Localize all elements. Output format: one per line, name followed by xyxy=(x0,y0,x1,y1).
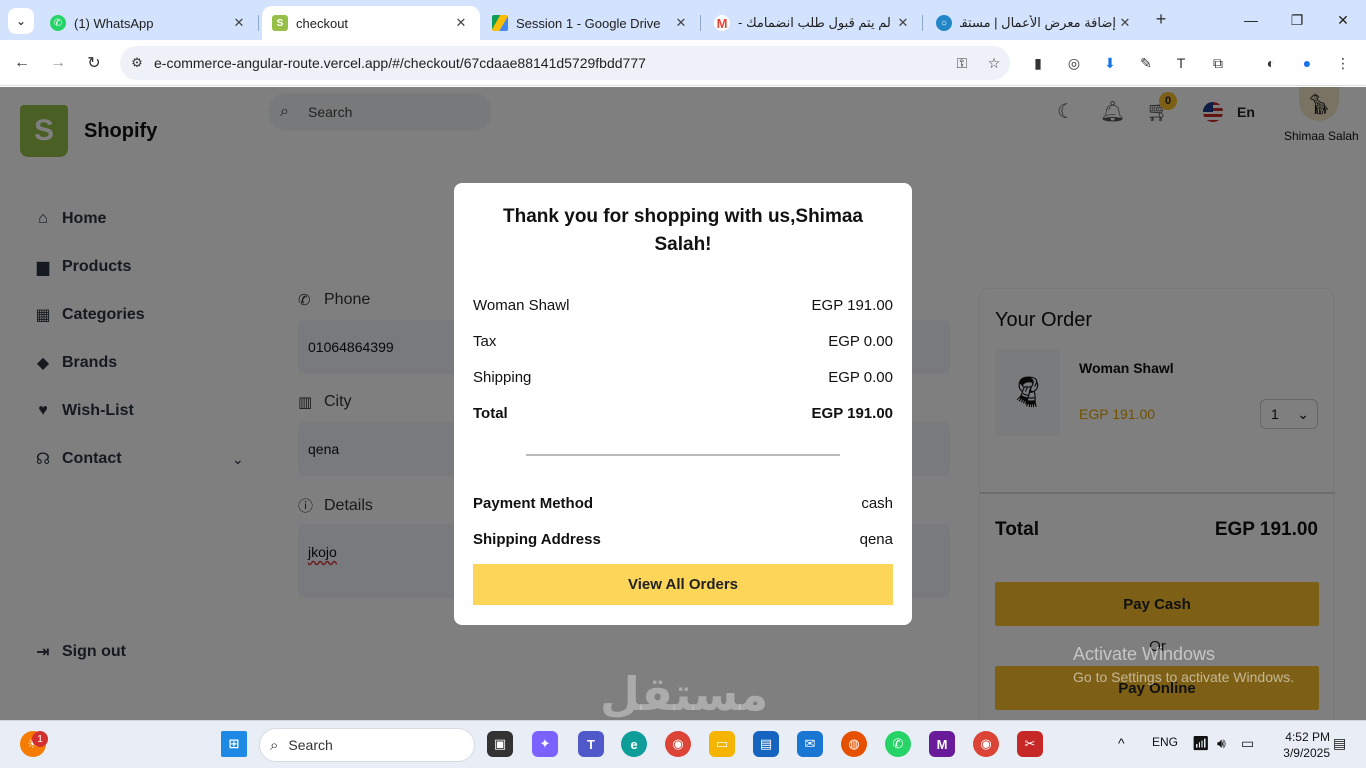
url-text[interactable]: e-commerce-angular-route.vercel.app/#/ch… xyxy=(154,55,946,71)
snipping-tool-icon[interactable]: ✂ xyxy=(1017,731,1043,757)
notification-center-icon[interactable]: ▤ xyxy=(1333,735,1346,752)
whatsapp-icon[interactable]: ✆ xyxy=(885,731,911,757)
browser-tab-strip: ⌄ ✆ (1) WhatsApp ✕ S checkout ✕ Session … xyxy=(0,0,1366,40)
reload-icon[interactable]: ↻ xyxy=(81,50,107,76)
mostaql-icon: ○ xyxy=(936,15,952,31)
whatsapp-icon: ✆ xyxy=(50,15,66,31)
site-info-icon[interactable]: ⚙ xyxy=(120,55,154,71)
menu-dots-icon[interactable]: ⋮ xyxy=(1332,52,1354,74)
tab-search-button[interactable]: ⌄ xyxy=(8,8,34,34)
watermark-title: Activate Windows xyxy=(1073,644,1216,664)
mail-icon[interactable]: ✉ xyxy=(797,731,823,757)
clock-date: 3/9/2025 xyxy=(1283,746,1330,760)
modal-row-item: Woman Shawl EGP 191.00 xyxy=(473,297,893,314)
chrome-active-icon[interactable]: ◉ xyxy=(973,731,999,757)
watermark-subtitle: Go to Settings to activate Windows. xyxy=(1073,669,1294,685)
restore-button[interactable]: ❐ xyxy=(1274,0,1320,40)
row-label: Total xyxy=(473,405,508,422)
m365-icon[interactable]: M xyxy=(929,731,955,757)
row-value: qena xyxy=(859,531,893,548)
taskbar-search[interactable]: ⌕ Search xyxy=(259,728,475,762)
password-key-icon[interactable]: ⚿ xyxy=(946,55,978,72)
modal-row-payment: Payment Method cash xyxy=(473,495,893,512)
modal-row-address: Shipping Address qena xyxy=(473,531,893,548)
mostaql-watermark: مستقل xyxy=(600,668,769,720)
forward-icon[interactable]: → xyxy=(45,50,71,76)
copilot-icon[interactable]: ✦ xyxy=(532,731,558,757)
clock-time: 4:52 PM xyxy=(1285,730,1330,744)
eyedropper-icon[interactable]: ✎ xyxy=(1135,52,1157,74)
tab-google-drive[interactable]: Session 1 - Google Drive ✕ xyxy=(482,6,701,40)
close-window-button[interactable]: ✕ xyxy=(1320,0,1366,40)
task-view-icon[interactable]: ▣ xyxy=(487,731,513,757)
modal-row-shipping: Shipping EGP 0.00 xyxy=(473,369,893,386)
modal-row-tax: Tax EGP 0.00 xyxy=(473,333,893,350)
performance-icon[interactable]: ◐ xyxy=(1260,52,1282,74)
wifi-icon[interactable]: 📶︎ xyxy=(1192,735,1210,752)
new-tab-button[interactable]: + xyxy=(1150,8,1172,30)
file-explorer-icon[interactable]: ▭ xyxy=(709,731,735,757)
view-all-orders-button[interactable]: View All Orders xyxy=(473,564,893,605)
order-confirmation-modal: Thank you for shopping with us,Shimaa Sa… xyxy=(454,183,912,625)
close-tab-icon[interactable]: ✕ xyxy=(230,15,248,31)
store-icon[interactable]: ▤ xyxy=(753,731,779,757)
firefox-icon[interactable]: ◍ xyxy=(841,731,867,757)
extensions-puzzle-icon[interactable]: ⧉ xyxy=(1207,52,1229,74)
windows-start-icon[interactable]: ⊞ xyxy=(221,731,247,757)
address-bar[interactable]: ⚙ e-commerce-angular-route.vercel.app/#/… xyxy=(120,46,1010,80)
notification-badge: 1 xyxy=(32,731,48,747)
tab-checkout[interactable]: S checkout ✕ xyxy=(262,6,480,40)
chrome-icon[interactable]: ◉ xyxy=(665,731,691,757)
tab-title: إضافة معرض الأعمال | مستقل xyxy=(960,15,1116,30)
row-value: EGP 0.00 xyxy=(828,369,893,386)
row-label: Payment Method xyxy=(473,495,594,512)
edge-icon[interactable]: e xyxy=(621,731,647,757)
volume-icon[interactable]: 🔊︎ xyxy=(1217,735,1226,752)
shopify-icon: S xyxy=(272,15,288,31)
checkout-page: S Shopify ⌂ Home ▆ Products ▦ Categories… xyxy=(0,87,1366,720)
input-language[interactable]: ENG xyxy=(1152,735,1178,749)
tab-title: (1) WhatsApp xyxy=(74,15,154,31)
modal-row-total: Total EGP 191.00 xyxy=(473,405,893,422)
battery-icon[interactable]: ▭ xyxy=(1241,735,1254,752)
minimize-button[interactable]: — xyxy=(1228,0,1274,40)
tab-title: لم يتم قبول طلب انضمامك - xyxy=(738,15,891,30)
row-value: EGP 0.00 xyxy=(828,333,893,350)
browser-toolbar: ← → ↻ ⚙ e-commerce-angular-route.vercel.… xyxy=(0,40,1366,86)
activate-windows-watermark: Activate Windows Go to Settings to activ… xyxy=(1073,644,1294,685)
gmail-icon: M xyxy=(714,15,730,31)
row-value: EGP 191.00 xyxy=(811,405,893,422)
row-label: Tax xyxy=(473,333,497,350)
extension-clipboard-icon[interactable]: ▮ xyxy=(1027,52,1049,74)
row-value: cash xyxy=(861,495,893,512)
text-extension-icon[interactable]: T xyxy=(1170,52,1192,74)
back-icon[interactable]: ← xyxy=(9,50,35,76)
bookmark-star-icon[interactable]: ☆ xyxy=(978,55,1010,72)
search-icon: ⌕ xyxy=(270,736,279,754)
tab-whatsapp[interactable]: ✆ (1) WhatsApp ✕ xyxy=(40,6,259,40)
download-icon[interactable]: ⬇ xyxy=(1099,52,1121,74)
modal-title: Thank you for shopping with us,Shimaa Sa… xyxy=(503,206,863,255)
row-label: Woman Shawl xyxy=(473,297,570,314)
google-drive-icon xyxy=(492,15,508,31)
tab-mostaql[interactable]: ○ إضافة معرض الأعمال | مستقل ✕ xyxy=(926,6,1144,40)
teams-icon[interactable]: T xyxy=(578,731,604,757)
tab-title: checkout xyxy=(296,15,349,31)
close-tab-icon[interactable]: ✕ xyxy=(1116,15,1134,31)
row-value: EGP 191.00 xyxy=(811,297,893,314)
close-tab-icon[interactable]: ✕ xyxy=(894,15,912,31)
modal-divider xyxy=(526,454,840,456)
taskbar-search-placeholder: Search xyxy=(288,737,333,753)
tab-title: Session 1 - Google Drive xyxy=(516,15,661,31)
tab-gmail[interactable]: M لم يتم قبول طلب انضمامك - ✕ xyxy=(704,6,923,40)
show-hidden-icons[interactable]: ^ xyxy=(1118,735,1125,751)
close-tab-icon[interactable]: ✕ xyxy=(452,15,470,31)
row-label: Shipping xyxy=(473,369,532,386)
row-label: Shipping Address xyxy=(473,531,601,548)
clock[interactable]: 4:52 PM 3/9/2025 xyxy=(1270,729,1330,761)
close-tab-icon[interactable]: ✕ xyxy=(672,15,690,31)
windows-taskbar: ☀ 1 ⊞ ⌕ Search ▣ ✦ T e ◉ ▭ ▤ ✉ ◍ ✆ M ◉ ✂… xyxy=(0,720,1366,768)
profile-icon[interactable]: ● xyxy=(1296,52,1318,74)
extension-circle-icon[interactable]: ◎ xyxy=(1063,52,1085,74)
